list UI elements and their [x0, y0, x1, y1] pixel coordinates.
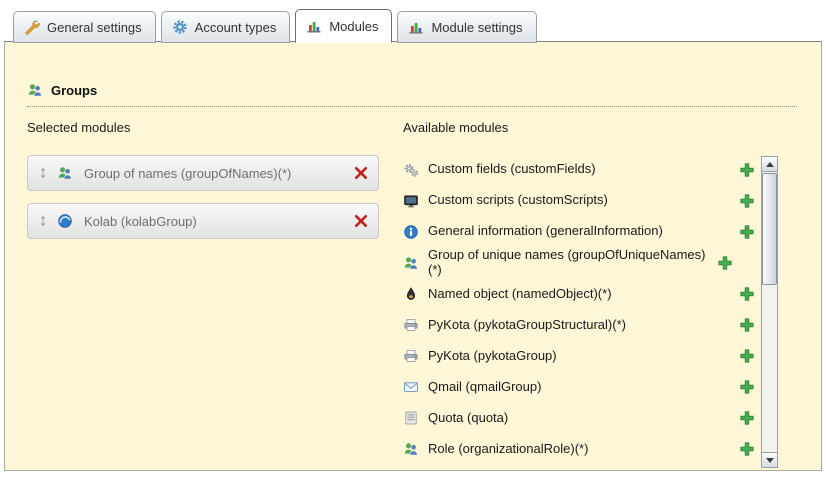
selected-modules-list: Group of names (groupOfNames)(*) Kolab (… — [27, 155, 379, 239]
available-module-label: Role (organizationalRole)(*) — [428, 442, 730, 457]
add-plus-icon — [739, 193, 755, 209]
custom-fields-icon — [403, 162, 419, 178]
tab-label: Modules — [329, 19, 378, 34]
tab-label: Account types — [195, 20, 277, 35]
add-module-button[interactable] — [739, 379, 755, 395]
available-module-row: Custom scripts (customScripts) — [403, 185, 755, 216]
selected-module-row-groupofnames[interactable]: Group of names (groupOfNames)(*) — [27, 155, 379, 191]
available-module-row: Qmail (qmailGroup) — [403, 372, 755, 403]
scroll-down-arrow-icon[interactable] — [762, 452, 777, 467]
selected-module-label: Kolab (kolabGroup) — [84, 214, 345, 229]
group-icon — [403, 255, 419, 271]
tab-general-settings[interactable]: General settings — [13, 11, 156, 43]
tab-module-settings[interactable]: Module settings — [397, 11, 536, 43]
wrench-icon — [24, 19, 40, 35]
remove-module-button[interactable] — [353, 213, 369, 229]
available-module-row: PyKota (pykotaGroupStructural)(*) — [403, 310, 755, 341]
selected-module-label: Group of names (groupOfNames)(*) — [84, 166, 345, 181]
chart-icon — [306, 18, 322, 34]
add-module-button[interactable] — [717, 255, 733, 271]
available-modules-scrollbar[interactable] — [761, 156, 778, 468]
printer-icon — [403, 348, 419, 364]
group-icon — [27, 82, 43, 98]
down-triangle-icon — [766, 458, 774, 463]
available-module-row: Role (organizationalRole)(*) — [403, 434, 755, 465]
available-module-label: Custom fields (customFields) — [428, 162, 730, 177]
add-plus-icon — [739, 286, 755, 302]
role-icon — [403, 441, 419, 457]
selected-modules-heading: Selected modules — [27, 120, 379, 135]
available-module-row: Quota (quota) — [403, 403, 755, 434]
section-header: Groups — [27, 82, 797, 107]
add-module-button[interactable] — [739, 441, 755, 457]
add-plus-icon — [739, 441, 755, 457]
lam-configuration-screen: General settings Account types Modules M… — [0, 0, 826, 482]
add-plus-icon — [717, 255, 733, 271]
available-module-label: Quota (quota) — [428, 411, 730, 426]
add-module-button[interactable] — [739, 348, 755, 364]
add-plus-icon — [739, 317, 755, 333]
kolab-icon — [57, 213, 73, 229]
available-module-label: Qmail (qmailGroup) — [428, 380, 730, 395]
delete-x-icon — [353, 213, 369, 229]
add-plus-icon — [739, 348, 755, 364]
custom-scripts-icon — [403, 193, 419, 209]
tab-label: General settings — [47, 20, 142, 35]
delete-x-icon — [353, 165, 369, 181]
add-plus-icon — [739, 410, 755, 426]
available-module-row: Group of unique names (groupOfUniqueName… — [403, 247, 755, 279]
available-module-row: Named object (namedObject)(*) — [403, 279, 755, 310]
group-icon — [57, 165, 73, 181]
available-module-label: General information (generalInformation) — [428, 224, 730, 239]
available-module-label: PyKota (pykotaGroupStructural)(*) — [428, 318, 730, 333]
available-module-row: Custom fields (customFields) — [403, 154, 755, 185]
remove-module-button[interactable] — [353, 165, 369, 181]
available-module-row: PyKota (pykotaGroup) — [403, 341, 755, 372]
content-panel: Groups Selected modules Group of names (… — [4, 41, 822, 471]
add-module-button[interactable] — [739, 317, 755, 333]
tab-label: Module settings — [431, 20, 522, 35]
gear-icon — [172, 19, 188, 35]
available-modules-heading: Available modules — [403, 120, 755, 135]
tab-modules[interactable]: Modules — [295, 9, 392, 43]
drag-handle-icon[interactable] — [37, 167, 49, 179]
add-plus-icon — [739, 379, 755, 395]
drag-handle-icon[interactable] — [37, 215, 49, 227]
add-module-button[interactable] — [739, 224, 755, 240]
available-module-label: PyKota (pykotaGroup) — [428, 349, 730, 364]
add-module-button[interactable] — [739, 162, 755, 178]
add-module-button[interactable] — [739, 286, 755, 302]
available-module-label: Group of unique names (groupOfUniqueName… — [428, 248, 708, 278]
named-object-icon — [403, 286, 419, 302]
add-module-button[interactable] — [739, 193, 755, 209]
available-modules-list: Custom fields (customFields) Custom scri… — [403, 154, 755, 465]
info-icon — [403, 224, 419, 240]
add-plus-icon — [739, 162, 755, 178]
mail-icon — [403, 379, 419, 395]
printer-icon — [403, 317, 419, 333]
section-title: Groups — [51, 83, 97, 98]
add-plus-icon — [739, 224, 755, 240]
quota-icon — [403, 410, 419, 426]
tab-account-types[interactable]: Account types — [161, 11, 291, 43]
available-module-label: Custom scripts (customScripts) — [428, 193, 730, 208]
available-module-row: General information (generalInformation) — [403, 216, 755, 247]
add-module-button[interactable] — [739, 410, 755, 426]
selected-module-row-kolab[interactable]: Kolab (kolabGroup) — [27, 203, 379, 239]
available-modules-column: Available modules Custom fields (customF… — [403, 120, 755, 465]
up-triangle-icon — [766, 162, 774, 167]
tab-bar: General settings Account types Modules M… — [13, 9, 537, 43]
scrollbar-thumb[interactable] — [762, 173, 777, 285]
available-module-label: Named object (namedObject)(*) — [428, 287, 730, 302]
selected-modules-column: Selected modules Group of names (groupOf… — [27, 120, 379, 239]
chart-icon — [408, 19, 424, 35]
scroll-up-arrow-icon[interactable] — [762, 157, 777, 172]
